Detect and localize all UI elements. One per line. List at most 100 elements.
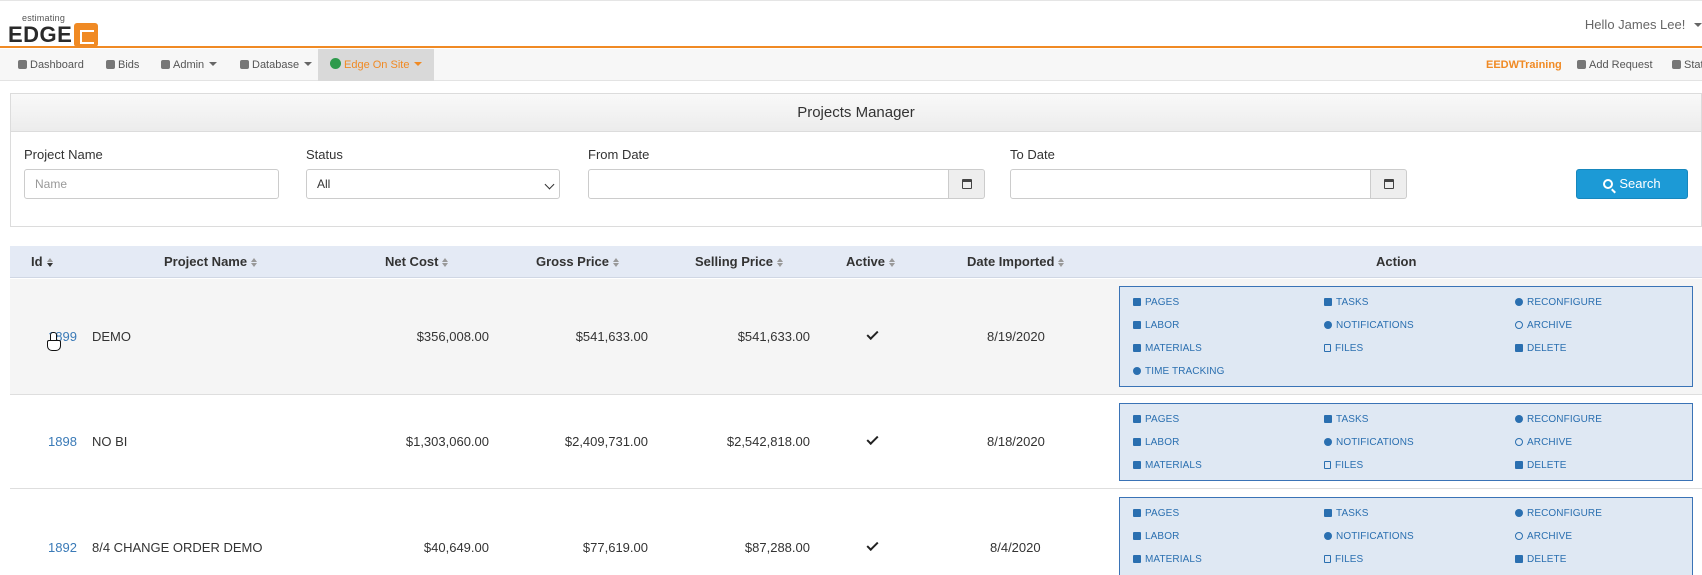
column-header-id[interactable]: Id [31,246,53,278]
nav-status[interactable]: Stat [1672,49,1702,81]
search-button[interactable]: Search [1576,169,1688,199]
active-check-icon [866,327,879,341]
action-materials[interactable]: MATERIALS [1133,343,1202,354]
panel-title: Projects Manager [11,94,1701,132]
project-name: 8/4 CHANGE ORDER DEMO [92,540,263,555]
ban-icon [1515,532,1523,540]
gear-icon [1515,298,1523,306]
action-delete[interactable]: DELETE [1515,343,1567,354]
action-reconfigure[interactable]: RECONFIGURE [1515,414,1602,425]
action-tasks-label: TASKS [1336,297,1369,308]
action-archive-label: ARCHIVE [1527,437,1573,448]
action-time-tracking[interactable]: TIME TRACKING [1133,366,1224,377]
action-tasks[interactable]: TASKS [1324,508,1369,519]
nav-edge-on-site[interactable]: Edge On Site [318,49,435,81]
action-pages-label: PAGES [1145,414,1180,425]
logo-cube-icon [74,23,98,47]
gross-price: $2,409,731.00 [564,434,648,449]
column-header-project-name-label: Project Name [164,254,248,269]
action-reconfigure-label: RECONFIGURE [1527,297,1602,308]
action-files[interactable]: FILES [1324,554,1363,565]
sort-icon [889,258,896,267]
nav-add-request[interactable]: Add Request [1577,49,1653,81]
action-materials[interactable]: MATERIALS [1133,460,1202,471]
project-name-input[interactable]: Name [24,169,279,199]
action-archive-label: ARCHIVE [1527,320,1573,331]
list-icon [1133,509,1141,517]
file-icon [1324,555,1331,563]
action-labor[interactable]: LABOR [1133,437,1179,448]
logo-big-text: EDGE [8,22,73,47]
nav-bids[interactable]: Bids [106,49,139,81]
action-delete-label: DELETE [1527,554,1567,565]
action-notifications[interactable]: NOTIFICATIONS [1324,437,1414,448]
project-name: DEMO [92,329,131,344]
from-date-input[interactable] [588,169,949,199]
action-files[interactable]: FILES [1324,343,1363,354]
action-labor-label: LABOR [1145,437,1180,448]
action-tasks[interactable]: TASKS [1324,297,1369,308]
to-date-input[interactable] [1010,169,1371,199]
action-notifications[interactable]: NOTIFICATIONS [1324,320,1414,331]
column-header-active[interactable]: Active [846,246,896,278]
action-delete[interactable]: DELETE [1515,554,1567,565]
action-archive[interactable]: ARCHIVE [1515,437,1572,448]
handshake-icon [1133,532,1141,540]
briefcase-icon [1133,344,1141,352]
table-row: 1892 8/4 CHANGE ORDER DEMO $40,649.00 $7… [10,490,1702,575]
add-request-icon [1577,60,1586,69]
project-id-link[interactable]: 1898 [48,434,77,449]
action-notifications-label: NOTIFICATIONS [1336,437,1414,448]
nav-dashboard-label: Dashboard [30,59,84,71]
action-delete[interactable]: DELETE [1515,460,1567,471]
to-date-calendar-button[interactable] [1371,169,1407,199]
status-select[interactable]: All [306,169,560,199]
action-materials[interactable]: MATERIALS [1133,554,1202,565]
action-notifications-label: NOTIFICATIONS [1336,531,1414,542]
action-labor[interactable]: LABOR [1133,531,1179,542]
project-name-placeholder: Name [35,177,68,191]
trash-icon [1515,344,1523,352]
column-header-action: Action [1376,254,1417,269]
file-icon [1324,461,1331,469]
comments-icon [1324,532,1332,540]
project-id-link[interactable]: 1892 [48,540,77,555]
task-list-icon [1324,415,1332,423]
action-pages-label: PAGES [1145,508,1180,519]
action-reconfigure[interactable]: RECONFIGURE [1515,297,1602,308]
status-check-icon [1672,60,1681,69]
action-panel: PAGES TASKS RECONFIGURE LABOR NOTIFICATI… [1119,286,1693,387]
action-pages[interactable]: PAGES [1133,297,1179,308]
action-labor[interactable]: LABOR [1133,320,1179,331]
column-header-net-cost[interactable]: Net Cost [385,246,449,278]
action-reconfigure[interactable]: RECONFIGURE [1515,508,1602,519]
column-header-gross-price[interactable]: Gross Price [536,246,619,278]
action-archive[interactable]: ARCHIVE [1515,531,1572,542]
nav-dashboard[interactable]: Dashboard [18,49,84,81]
user-greeting[interactable]: Hello James Lee! [1585,17,1702,32]
column-header-project-name[interactable]: Project Name [164,246,258,278]
action-panel: PAGES TASKS RECONFIGURE LABOR NOTIFICATI… [1119,497,1693,575]
nav-admin[interactable]: Admin [161,49,218,81]
trash-icon [1515,461,1523,469]
action-pages[interactable]: PAGES [1133,508,1179,519]
nav-eedwtraining[interactable]: EEDWTraining [1486,49,1562,81]
list-icon [1133,415,1141,423]
action-files[interactable]: FILES [1324,460,1363,471]
chevron-down-icon [304,62,313,66]
calendar-icon [962,179,972,189]
search-icon [1603,179,1614,189]
action-reconfigure-label: RECONFIGURE [1527,414,1602,425]
nav-database[interactable]: Database [240,49,313,81]
estimating-edge-logo[interactable]: estimating EDGE [8,13,108,47]
from-date-calendar-button[interactable] [949,169,985,199]
ban-icon [1515,321,1523,329]
column-header-date-imported[interactable]: Date Imported [967,246,1065,278]
action-pages[interactable]: PAGES [1133,414,1179,425]
sort-desc-icon [46,258,53,267]
column-header-selling-price[interactable]: Selling Price [695,246,784,278]
action-tasks[interactable]: TASKS [1324,414,1369,425]
action-notifications[interactable]: NOTIFICATIONS [1324,531,1414,542]
column-header-id-label: Id [31,254,43,269]
action-archive[interactable]: ARCHIVE [1515,320,1572,331]
